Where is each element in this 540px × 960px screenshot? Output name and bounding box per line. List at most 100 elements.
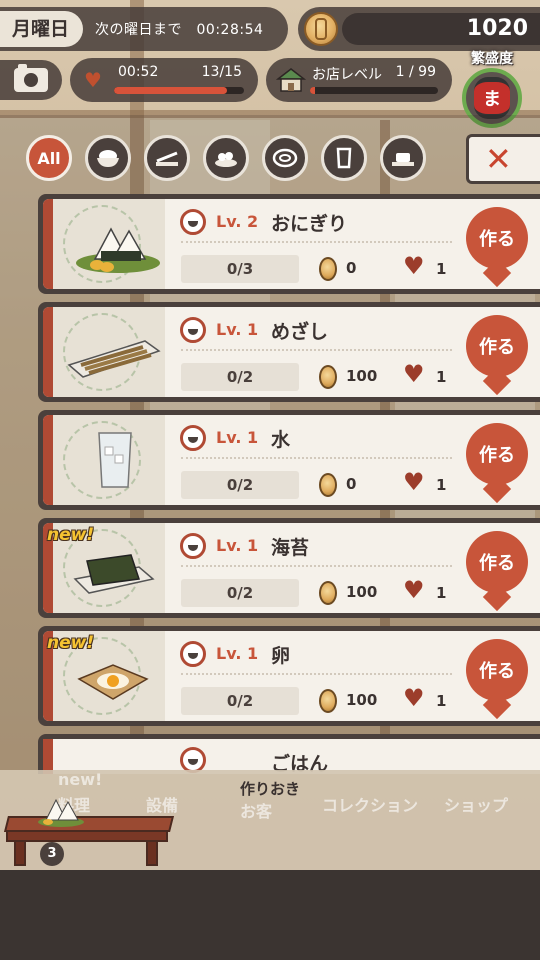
recipe-heart-value: 1 xyxy=(436,368,447,386)
house-icon xyxy=(276,68,306,92)
lantern-icon: ま xyxy=(474,77,510,119)
recipe-progress: 0/2 xyxy=(181,363,299,391)
coin-icon xyxy=(319,365,337,389)
recipe-heart-value: 1 xyxy=(436,476,447,494)
recipe-heart-value: 1 xyxy=(436,692,447,710)
shop-level-value: 1 / 99 xyxy=(395,64,436,80)
recipe-price: 100 xyxy=(346,367,378,385)
coin-icon xyxy=(304,12,338,46)
recipe-price: 100 xyxy=(346,691,378,709)
tab-soup[interactable] xyxy=(262,135,308,181)
grill-icon xyxy=(156,151,178,166)
stamina-gauge[interactable]: ♥ 00:52 13/15 xyxy=(70,58,258,102)
recipe-level: Lv. 1 xyxy=(216,320,259,339)
rice-category-icon xyxy=(180,209,206,235)
recipe-progress: 0/2 xyxy=(181,471,299,499)
recipe-name: めざし xyxy=(271,321,329,343)
heart-icon: ♥ xyxy=(403,576,425,604)
recipe-card[interactable]: Lv. 1 めざし 0/2 100 ♥ 1 作る xyxy=(38,302,540,402)
make-button[interactable]: 作る xyxy=(466,531,528,593)
side-dish-icon xyxy=(215,152,237,167)
stamina-count: 13/15 xyxy=(201,64,242,80)
prepared-stock-shelf[interactable] xyxy=(4,798,174,868)
onigiri-stock-icon xyxy=(38,798,84,827)
make-button[interactable]: 作る xyxy=(466,639,528,701)
recipe-level: Lv. 1 xyxy=(216,644,259,663)
side-dish-category-icon xyxy=(180,533,206,559)
day-countdown: 次の曜日まで 00:28:54 xyxy=(95,22,264,38)
nav-customers: お客 xyxy=(240,802,273,821)
drink-category-icon xyxy=(180,425,206,451)
dessert-icon xyxy=(392,153,414,166)
prosperity-label: 繁盛度 xyxy=(471,51,513,67)
recipe-list[interactable]: Lv. 2 おにぎり 0/3 0 ♥ 1 作る Lv. 1 めざし 0/2 10… xyxy=(38,194,540,768)
recipe-card[interactable]: Lv. 1 水 0/2 0 ♥ 1 作る xyxy=(38,410,540,510)
make-button[interactable]: 作る xyxy=(466,207,528,269)
coin-count: 1020 xyxy=(466,16,528,41)
make-button[interactable]: 作る xyxy=(466,423,528,485)
shop-level-label: お店レベル xyxy=(312,67,382,83)
tab-grill[interactable] xyxy=(144,135,190,181)
recipe-name: おにぎり xyxy=(271,213,348,235)
tab-dessert[interactable] xyxy=(380,135,426,181)
recipe-card-partial[interactable]: ごはん xyxy=(38,734,540,774)
water-glass-image xyxy=(98,432,132,488)
recipe-progress: 0/2 xyxy=(181,579,299,607)
new-badge: new! xyxy=(47,525,95,545)
prepared-stock-count: 3 xyxy=(40,842,64,866)
side-dish-category-icon xyxy=(180,641,206,667)
camera-button[interactable] xyxy=(0,60,62,100)
heart-icon: ♥ xyxy=(403,360,425,388)
new-badge: new! xyxy=(47,633,95,653)
day-name: 月曜日 xyxy=(0,11,84,47)
make-button[interactable]: 作る xyxy=(466,315,528,377)
recipe-progress: 0/2 xyxy=(181,687,299,715)
camera-icon xyxy=(14,64,48,92)
recipe-level: Lv. 1 xyxy=(216,428,259,447)
shop-level-bar-fill xyxy=(310,87,316,94)
recipe-card[interactable]: new! Lv. 1 海苔 0/2 100 ♥ 1 作る xyxy=(38,518,540,618)
tab-rice[interactable] xyxy=(85,135,131,181)
shop-level-bar xyxy=(310,87,438,94)
recipe-level: Lv. 2 xyxy=(216,212,259,231)
recipe-card[interactable]: Lv. 2 おにぎり 0/3 0 ♥ 1 作る xyxy=(38,194,540,294)
rice-bowl-icon xyxy=(97,150,119,167)
coin-counter[interactable]: 1020 xyxy=(298,7,540,51)
heart-icon: ♥ xyxy=(403,684,425,712)
egg-image xyxy=(77,664,149,700)
heart-icon: ♥ xyxy=(84,68,102,92)
coin-icon xyxy=(319,581,337,605)
shop-level-gauge[interactable]: お店レベル 1 / 99 xyxy=(266,58,452,102)
recipe-name: 卵 xyxy=(271,645,291,667)
heart-icon: ♥ xyxy=(403,468,425,496)
close-button[interactable]: ✕ xyxy=(466,134,540,184)
coin-icon xyxy=(319,689,337,713)
heart-icon: ♥ xyxy=(403,252,425,280)
stamina-bar xyxy=(114,87,244,94)
coin-icon xyxy=(319,473,337,497)
coin-icon xyxy=(319,257,337,281)
soup-bowl-icon xyxy=(272,148,298,168)
recipe-price: 0 xyxy=(346,259,357,277)
recipe-price: 0 xyxy=(346,475,357,493)
grill-category-icon xyxy=(180,317,206,343)
close-icon: ✕ xyxy=(485,140,512,178)
tab-drink[interactable] xyxy=(321,135,367,181)
recipe-heart-value: 1 xyxy=(436,584,447,602)
stamina-bar-fill xyxy=(114,87,227,94)
stamina-timer: 00:52 xyxy=(118,64,159,80)
recipe-progress: 0/3 xyxy=(181,255,299,283)
onigiri-image xyxy=(76,227,160,273)
bottom-floor xyxy=(0,870,540,960)
recipe-name: 海苔 xyxy=(271,537,310,559)
day-indicator: 月曜日 次の曜日まで 00:28:54 xyxy=(0,7,288,51)
recipe-price: 100 xyxy=(346,583,378,601)
tab-all[interactable]: All xyxy=(26,135,72,181)
recipe-level: Lv. 1 xyxy=(216,536,259,555)
nori-image xyxy=(73,554,155,594)
recipe-name: 水 xyxy=(271,429,291,451)
drink-glass-icon xyxy=(336,147,352,169)
mezashi-image xyxy=(67,340,161,378)
recipe-card[interactable]: new! Lv. 1 卵 0/2 100 ♥ 1 作る xyxy=(38,626,540,726)
tab-side-dish[interactable] xyxy=(203,135,249,181)
